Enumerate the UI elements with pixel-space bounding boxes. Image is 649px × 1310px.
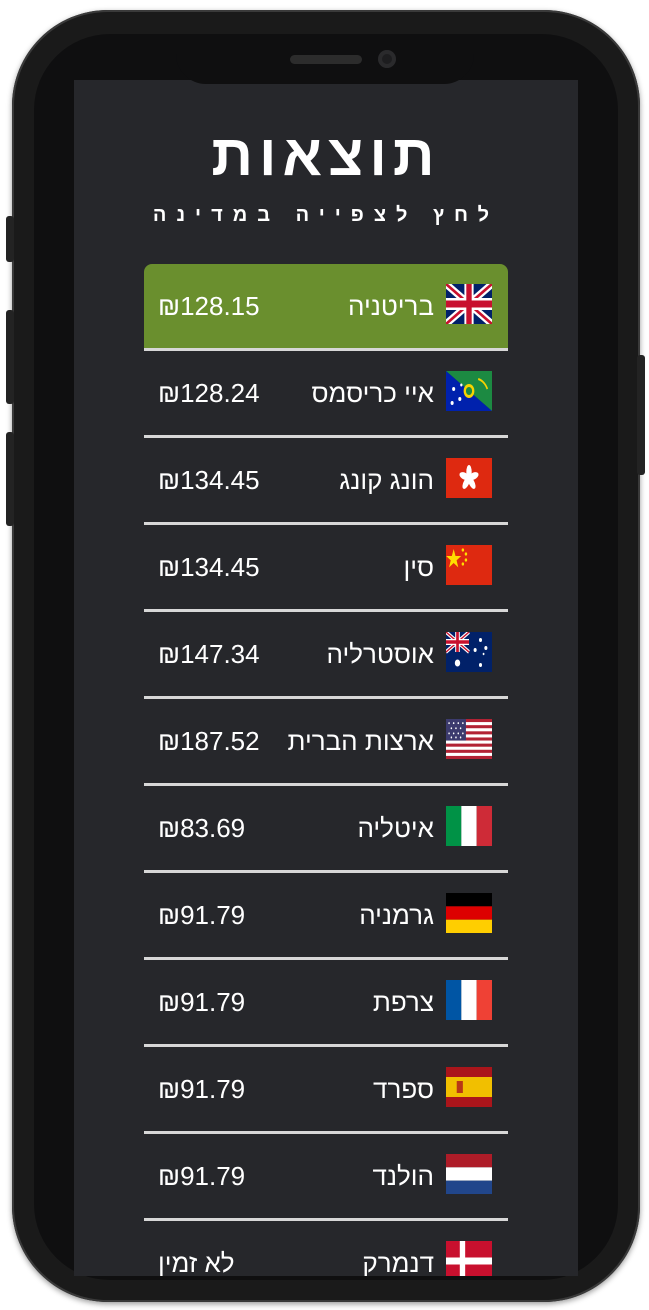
uk-flag-icon — [446, 284, 492, 324]
page-title: תוצאות — [211, 123, 441, 188]
price-value: לא זמין — [158, 1247, 235, 1277]
country-name: צרפת — [372, 986, 434, 1017]
usa-flag-icon — [446, 719, 492, 759]
price-value: ₪91.79 — [158, 1160, 246, 1191]
app-screen: תוצאות לחץ לצפייה במדינה בריטניה ₪128.15 — [74, 80, 578, 1276]
price-value: ₪91.79 — [158, 899, 246, 930]
country-name: סין — [403, 551, 434, 582]
result-row-christmas-island[interactable]: איי כריסמס ₪128.24 — [144, 351, 508, 438]
front-camera — [378, 50, 396, 68]
result-row-italy[interactable]: איטליה ₪83.69 — [144, 786, 508, 873]
result-row-china[interactable]: סין ₪134.45 — [144, 525, 508, 612]
christmas-island-flag-icon — [446, 371, 492, 411]
result-row-germany[interactable]: גרמניה ₪91.79 — [144, 873, 508, 960]
country-name: ספרד — [373, 1073, 434, 1104]
side-button-volume-up — [6, 310, 14, 404]
speaker-grille — [290, 55, 362, 64]
country-name: בריטניה — [348, 290, 434, 321]
china-flag-icon — [446, 545, 492, 585]
country-name: אוסטרליה — [326, 638, 434, 669]
result-row-spain[interactable]: ספרד ₪91.79 — [144, 1047, 508, 1134]
result-row-hong-kong[interactable]: הונג קונג ₪134.45 — [144, 438, 508, 525]
country-name: דנמרק — [362, 1247, 434, 1277]
result-row-uk[interactable]: בריטניה ₪128.15 — [144, 264, 508, 351]
side-button-power — [637, 355, 645, 475]
country-name: איטליה — [357, 812, 434, 843]
australia-flag-icon — [446, 632, 492, 672]
price-value: ₪134.45 — [158, 551, 260, 582]
country-name: גרמניה — [359, 899, 434, 930]
price-value: ₪128.24 — [158, 377, 260, 408]
price-value: ₪187.52 — [158, 725, 260, 756]
side-button-volume-down — [6, 432, 14, 526]
denmark-flag-icon — [446, 1241, 492, 1276]
country-name: הונג קונג — [339, 464, 434, 495]
result-row-france[interactable]: צרפת ₪91.79 — [144, 960, 508, 1047]
price-value: ₪91.79 — [158, 986, 246, 1017]
result-row-denmark[interactable]: דנמרק לא זמין — [144, 1221, 508, 1276]
price-value: ₪128.15 — [158, 290, 260, 321]
spain-flag-icon — [446, 1067, 492, 1107]
price-value: ₪91.79 — [158, 1073, 246, 1104]
france-flag-icon — [446, 980, 492, 1020]
price-value: ₪147.34 — [158, 638, 260, 669]
country-name: הולנד — [372, 1160, 434, 1191]
price-value: ₪134.45 — [158, 464, 260, 495]
germany-flag-icon — [446, 893, 492, 933]
country-name: איי כריסמס — [311, 377, 434, 408]
italy-flag-icon — [446, 806, 492, 846]
price-value: ₪83.69 — [158, 812, 246, 843]
result-row-usa[interactable]: ארצות הברית ₪187.52 — [144, 699, 508, 786]
page-subtitle: לחץ לצפייה במדינה — [152, 204, 500, 226]
result-row-australia[interactable]: אוסטרליה ₪147.34 — [144, 612, 508, 699]
country-name: ארצות הברית — [287, 725, 434, 756]
results-list: בריטניה ₪128.15 איי כריסמס ₪128.24 הונג … — [144, 264, 508, 1276]
side-button-mute — [6, 216, 14, 262]
result-row-netherlands[interactable]: הולנד ₪91.79 — [144, 1134, 508, 1221]
netherlands-flag-icon — [446, 1154, 492, 1194]
hong-kong-flag-icon — [446, 458, 492, 498]
